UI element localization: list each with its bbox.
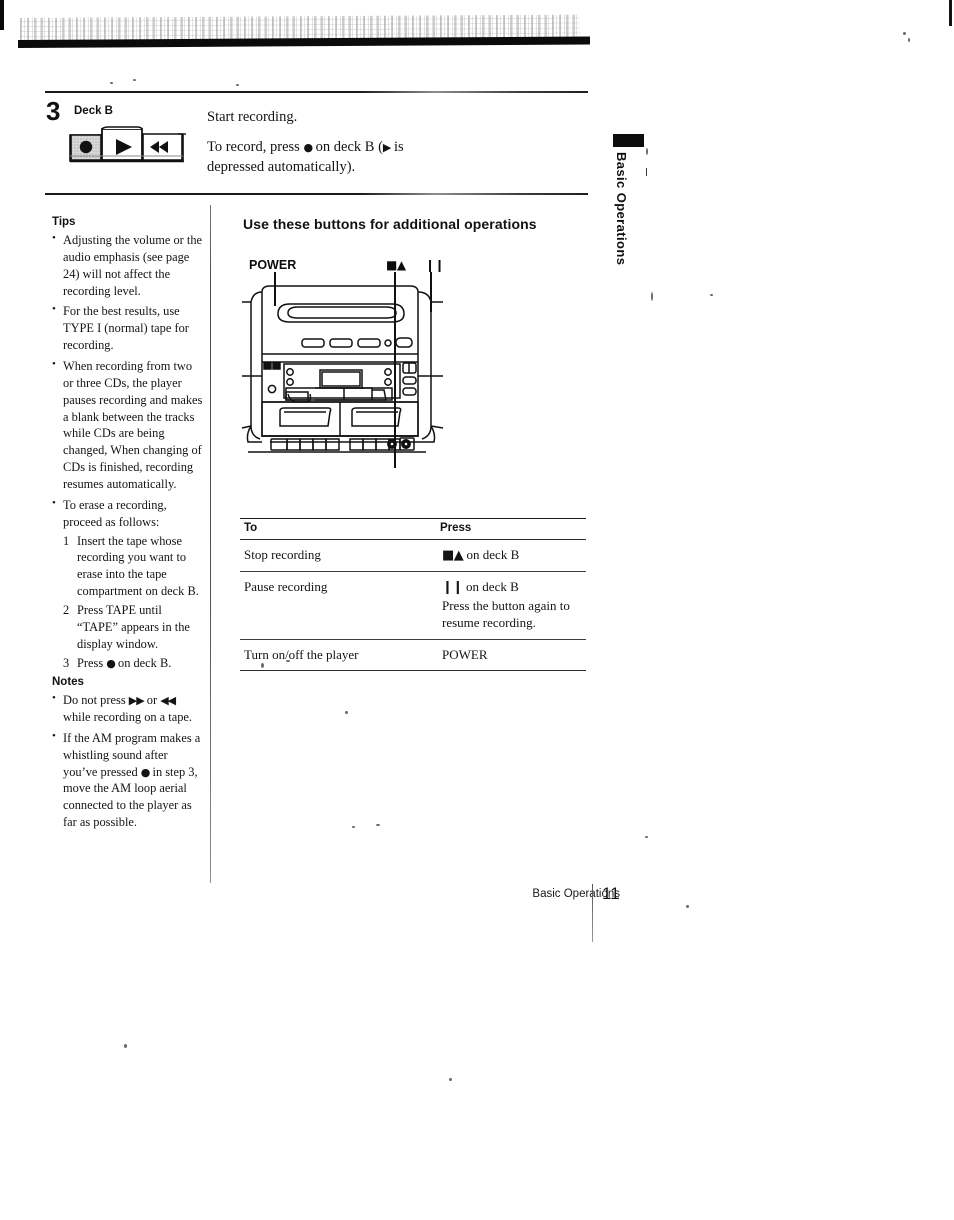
tips-item: Adjusting the volume or the audio emphas… (52, 231, 204, 299)
erase-step: 2 Press TAPE until “TAPE” appears in the… (63, 602, 204, 653)
stop-eject-icon: ■▲ (442, 548, 464, 563)
table-cell-press: ❙❙ on deck B Press the button again to r… (436, 571, 586, 640)
scan-speck (646, 148, 648, 155)
step-bottom-rule (45, 193, 588, 195)
table-cell-press-text: on deck B (466, 547, 520, 562)
step-line2-part-a: To record, press (207, 138, 300, 155)
tips-item-text: When recording from two or three CDs, th… (63, 359, 203, 492)
notes-item1-a: Do not press (63, 693, 126, 707)
erase-step: 1 Insert the tape whose recording you wa… (63, 533, 204, 600)
scan-speck (651, 292, 653, 301)
notes-item: If the AM program makes a whistling soun… (52, 729, 204, 831)
scan-speck (376, 824, 380, 826)
scan-speck (110, 82, 113, 84)
table-header-to: To (240, 518, 436, 540)
erase-step: 3 Press ● on deck B. (63, 655, 204, 672)
table-cell-press: ■▲ on deck B (436, 539, 586, 573)
callout-label-stop-eject: ■▲ (386, 258, 406, 272)
callout-label-power: POWER (249, 258, 297, 272)
table-cell-press-text: POWER (442, 646, 488, 662)
step-line2-part-b: on deck B ( (315, 138, 383, 155)
column-divider (210, 205, 211, 883)
scan-speck (903, 32, 906, 35)
notes-list: Do not press ▶▶ or ◀◀ while recording on… (52, 691, 204, 835)
table-header-press: Press (436, 518, 586, 540)
table-row: Pause recording ❙❙ on deck B Press the b… (240, 571, 586, 640)
tips-item: When recording from two or three CDs, th… (52, 357, 204, 493)
side-tab-tick (646, 168, 648, 176)
additional-operations-title: Use these buttons for additional operati… (243, 216, 537, 232)
step-instructions: Start recording. To record, press ● on d… (207, 107, 437, 187)
notes-item1-b: or (146, 693, 158, 707)
erase-step-text-b: on deck B. (118, 655, 172, 670)
table-cell-press-extra: Press the button again to resume recordi… (442, 597, 570, 631)
tips-item: For the best results, use TYPE I (normal… (52, 302, 204, 354)
tips-erase-intro: To erase a recording, proceed as follows… (63, 497, 167, 529)
scan-speck (352, 826, 355, 828)
scan-speck (908, 38, 910, 42)
erase-step-text: Press TAPE until “TAPE” appears in the d… (77, 603, 190, 651)
step-top-rule (45, 91, 588, 93)
table-cell-to: Stop recording (240, 539, 436, 573)
tips-erase-item: To erase a recording, proceed as follows… (52, 496, 204, 672)
scan-speck (345, 711, 348, 714)
scan-edge-right (949, 0, 952, 26)
table-header-row: To Press (240, 518, 586, 540)
step-line-2: To record, press ● on deck B (▶ is depre… (207, 137, 437, 178)
table-cell-to: Turn on/off the player (240, 639, 436, 672)
page-number: 11 (602, 884, 620, 903)
erase-step-text-a: Press (77, 655, 104, 670)
scan-speck (449, 1078, 452, 1081)
stereo-system-illustration (240, 276, 446, 476)
erase-step-text: Insert the tape whose recording you want… (77, 533, 199, 599)
step-deck-label: Deck B (74, 105, 113, 117)
notes-heading: Notes (52, 676, 84, 688)
scan-speck (686, 905, 689, 908)
callout-label-pause: ❙❙ (425, 258, 445, 272)
scan-edge-left (0, 0, 4, 30)
fast-forward-icon: ▶▶ (128, 694, 145, 707)
erase-step-number: 2 (63, 603, 70, 618)
side-tab-marker (613, 134, 644, 147)
play-icon: ▶ (382, 140, 392, 154)
table-cell-to: Pause recording (240, 571, 436, 640)
scan-speck (133, 79, 136, 81)
scan-speck (124, 1044, 127, 1048)
step-line-1: Start recording. (207, 109, 298, 125)
side-tab-label: Basic Operations (614, 152, 629, 266)
erase-step-number: 3 (63, 655, 70, 670)
footer-section-label: Basic Operations (532, 888, 620, 900)
tips-heading: Tips (52, 216, 76, 228)
operations-table: To Press Stop recording ■▲ on deck B Pau… (240, 518, 586, 672)
pause-icon: ❙❙ (442, 580, 463, 596)
table-cell-press-text: on deck B (466, 579, 519, 595)
record-icon: ● (106, 656, 116, 670)
tips-item-text: Adjusting the volume or the audio emphas… (63, 233, 203, 298)
notes-item1-c: while recording on a tape. (63, 709, 193, 724)
tips-item-text: For the best results, use TYPE I (normal… (63, 304, 189, 353)
table-row: Turn on/off the player POWER (240, 639, 586, 672)
scan-speck (710, 294, 713, 296)
rewind-icon: ◀◀ (160, 694, 176, 707)
table-row: Stop recording ■▲ on deck B (240, 539, 586, 573)
scan-speck (645, 836, 648, 838)
step-number: 3 (46, 96, 61, 126)
record-icon: ● (140, 765, 151, 779)
erase-step-number: 1 (63, 533, 70, 548)
table-cell-press: POWER (436, 639, 586, 672)
footer-divider (592, 884, 593, 942)
record-icon: ● (303, 140, 313, 154)
deck-b-buttons-illustration (68, 126, 186, 166)
scan-speck (236, 84, 239, 86)
notes-item: Do not press ▶▶ or ◀◀ while recording on… (52, 691, 204, 726)
tips-list: Adjusting the volume or the audio emphas… (52, 231, 204, 676)
